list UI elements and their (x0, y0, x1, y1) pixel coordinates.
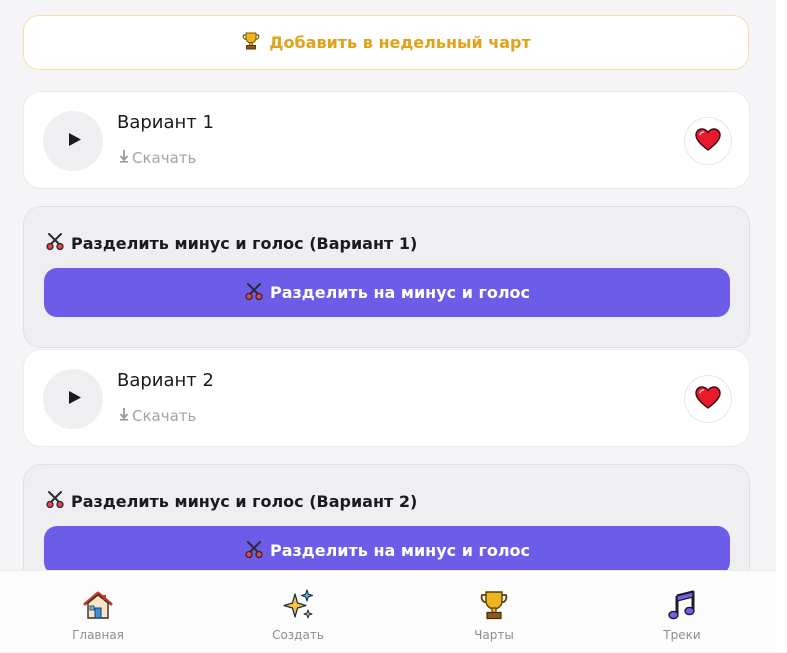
heart-icon (695, 127, 721, 155)
nav-tracks-label: Треки (663, 628, 701, 642)
sparkles-icon (281, 588, 315, 622)
play-button[interactable] (43, 369, 103, 429)
add-to-weekly-chart-label: Добавить в недельный чарт (269, 33, 531, 52)
nav-create[interactable]: Создать (238, 571, 358, 653)
split-vocals-button[interactable]: Разделить на минус и голос (44, 526, 730, 575)
music-notes-icon (665, 588, 699, 622)
nav-charts[interactable]: Чарты (434, 571, 554, 653)
download-arrow-icon (119, 149, 129, 167)
page: Добавить в недельный чарт Вариант 1 Скач… (0, 0, 776, 652)
split-heading-label: Разделить минус и голос (Вариант 1) (71, 233, 418, 253)
split-heading-label: Разделить минус и голос (Вариант 2) (71, 491, 418, 511)
split-vocals-label: Разделить на минус и голос (269, 283, 531, 302)
download-label: Скачать (132, 407, 197, 425)
split-section: Разделить минус и голос (Вариант 1) Разд… (23, 206, 750, 348)
play-button[interactable] (43, 111, 103, 171)
nav-charts-label: Чарты (474, 628, 514, 642)
nav-tracks[interactable]: Треки (622, 571, 742, 653)
split-heading: Разделить минус и голос (Вариант 1) (45, 231, 417, 255)
track-title: Вариант 1 (117, 112, 214, 133)
bottom-nav: Главная Создать Чарты Треки (0, 570, 776, 652)
split-heading: Разделить минус и голос (Вариант 2) (45, 489, 417, 513)
scissors-icon (244, 539, 264, 563)
scissors-icon (244, 281, 264, 305)
play-icon (65, 132, 82, 151)
scissors-icon (45, 231, 65, 255)
track-card: Вариант 1 Скачать (23, 91, 750, 189)
favorite-button[interactable] (684, 117, 732, 165)
split-vocals-button[interactable]: Разделить на минус и голос (44, 268, 730, 317)
play-icon (65, 390, 82, 409)
add-to-weekly-chart-button[interactable]: Добавить в недельный чарт (23, 15, 749, 70)
scrollbar[interactable] (776, 0, 787, 652)
nav-home[interactable]: Главная (38, 571, 158, 653)
track-card: Вариант 2 Скачать (23, 349, 750, 447)
download-arrow-icon (119, 407, 129, 425)
nav-home-label: Главная (72, 628, 124, 642)
house-icon (81, 588, 115, 622)
nav-create-label: Создать (272, 628, 324, 642)
download-link[interactable]: Скачать (119, 149, 196, 167)
trophy-icon (241, 31, 261, 55)
heart-icon (695, 385, 721, 413)
trophy-icon (477, 588, 511, 622)
favorite-button[interactable] (684, 375, 732, 423)
download-link[interactable]: Скачать (119, 407, 196, 425)
track-title: Вариант 2 (117, 370, 214, 391)
scissors-icon (45, 489, 65, 513)
download-label: Скачать (132, 149, 197, 167)
split-vocals-label: Разделить на минус и голос (269, 541, 531, 560)
